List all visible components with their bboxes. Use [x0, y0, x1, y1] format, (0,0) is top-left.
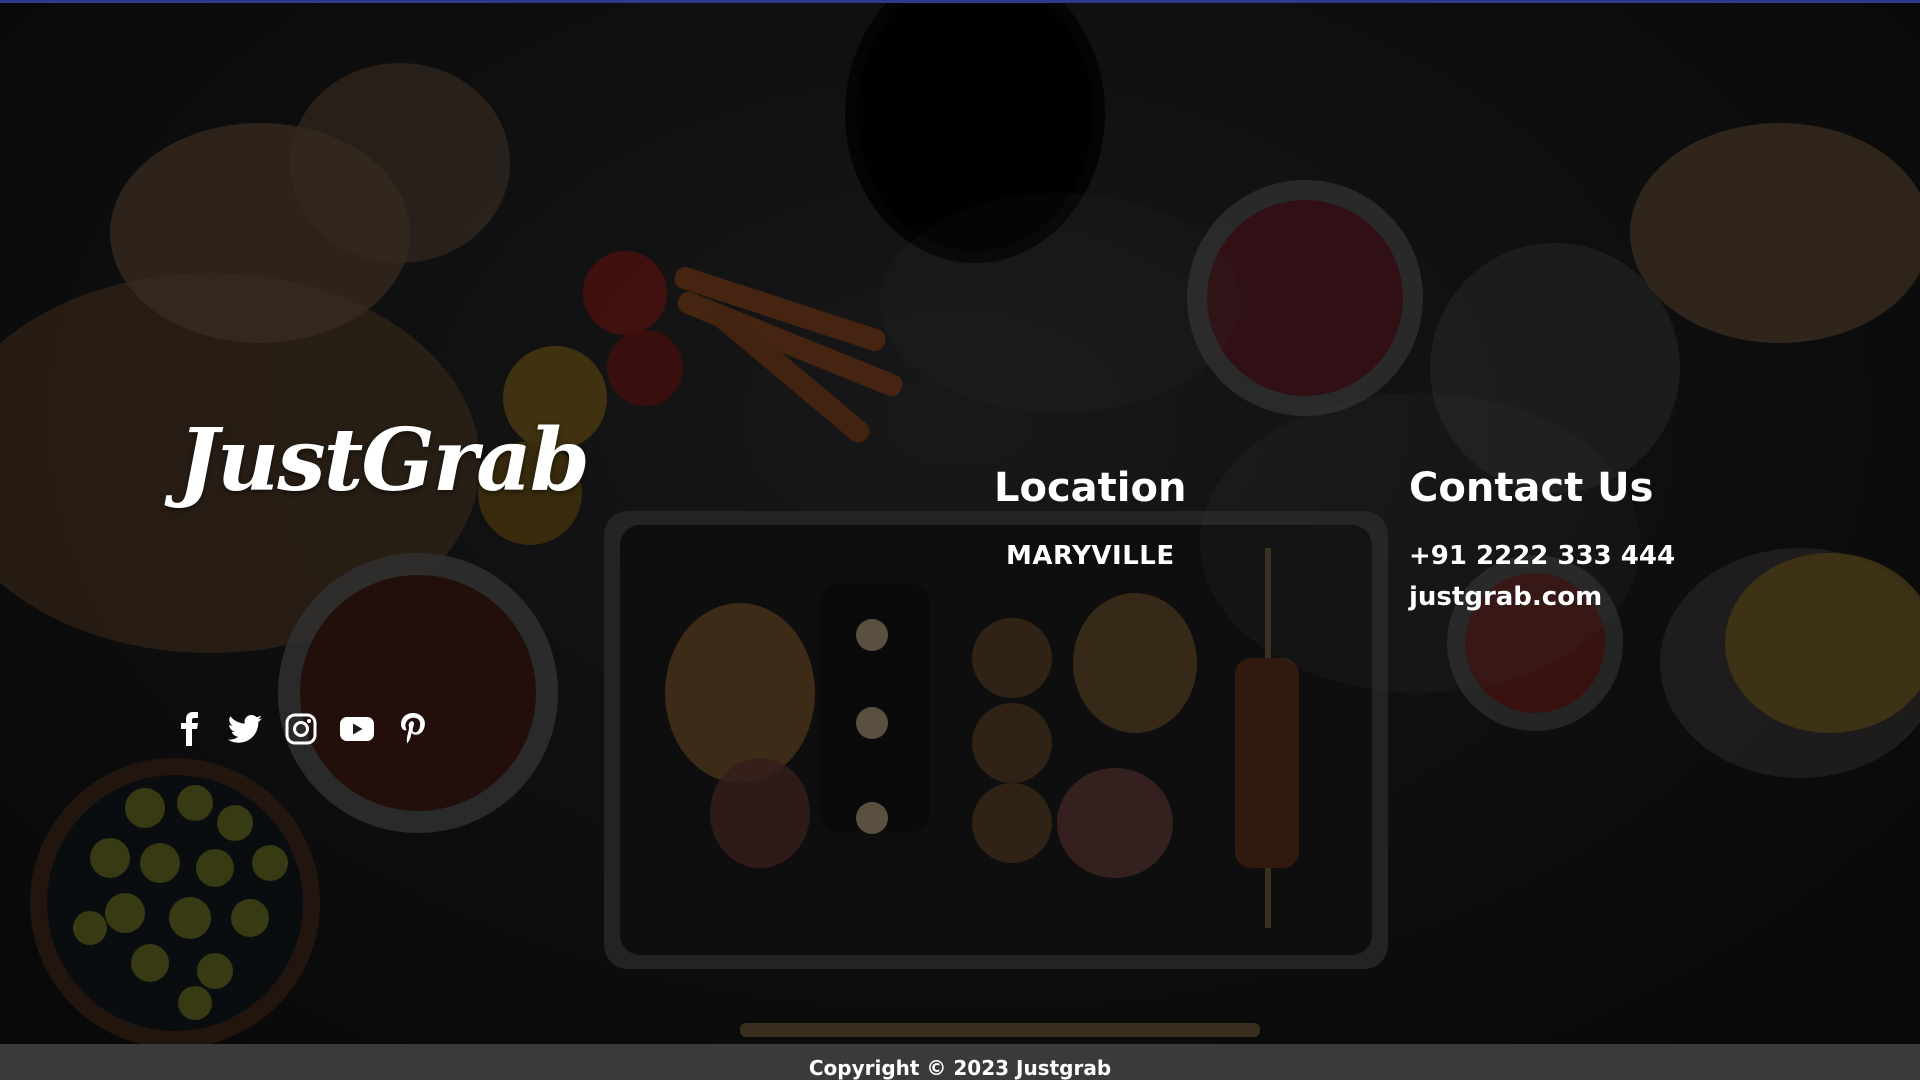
location-heading: Location [994, 465, 1187, 511]
instagram-icon[interactable] [284, 712, 318, 746]
footer-bar: Copyright © 2023 Justgrab [0, 1044, 1920, 1080]
hero-background-image [0, 3, 1920, 1044]
pinterest-icon[interactable] [396, 712, 430, 746]
facebook-icon[interactable] [172, 712, 206, 746]
food-table-illustration [0, 3, 1920, 1044]
social-links [172, 712, 430, 746]
contact-phone-link[interactable]: +91 2222 333 444 [1409, 543, 1675, 569]
copyright-text: Copyright © 2023 Justgrab [808, 1056, 1112, 1080]
location-value: MARYVILLE [1006, 541, 1175, 571]
twitter-icon[interactable] [228, 712, 262, 746]
contact-website-link[interactable]: justgrab.com [1409, 584, 1602, 610]
youtube-icon[interactable] [340, 712, 374, 746]
brand-logo[interactable]: JustGrab [178, 418, 590, 504]
contact-heading: Contact Us [1409, 465, 1654, 511]
